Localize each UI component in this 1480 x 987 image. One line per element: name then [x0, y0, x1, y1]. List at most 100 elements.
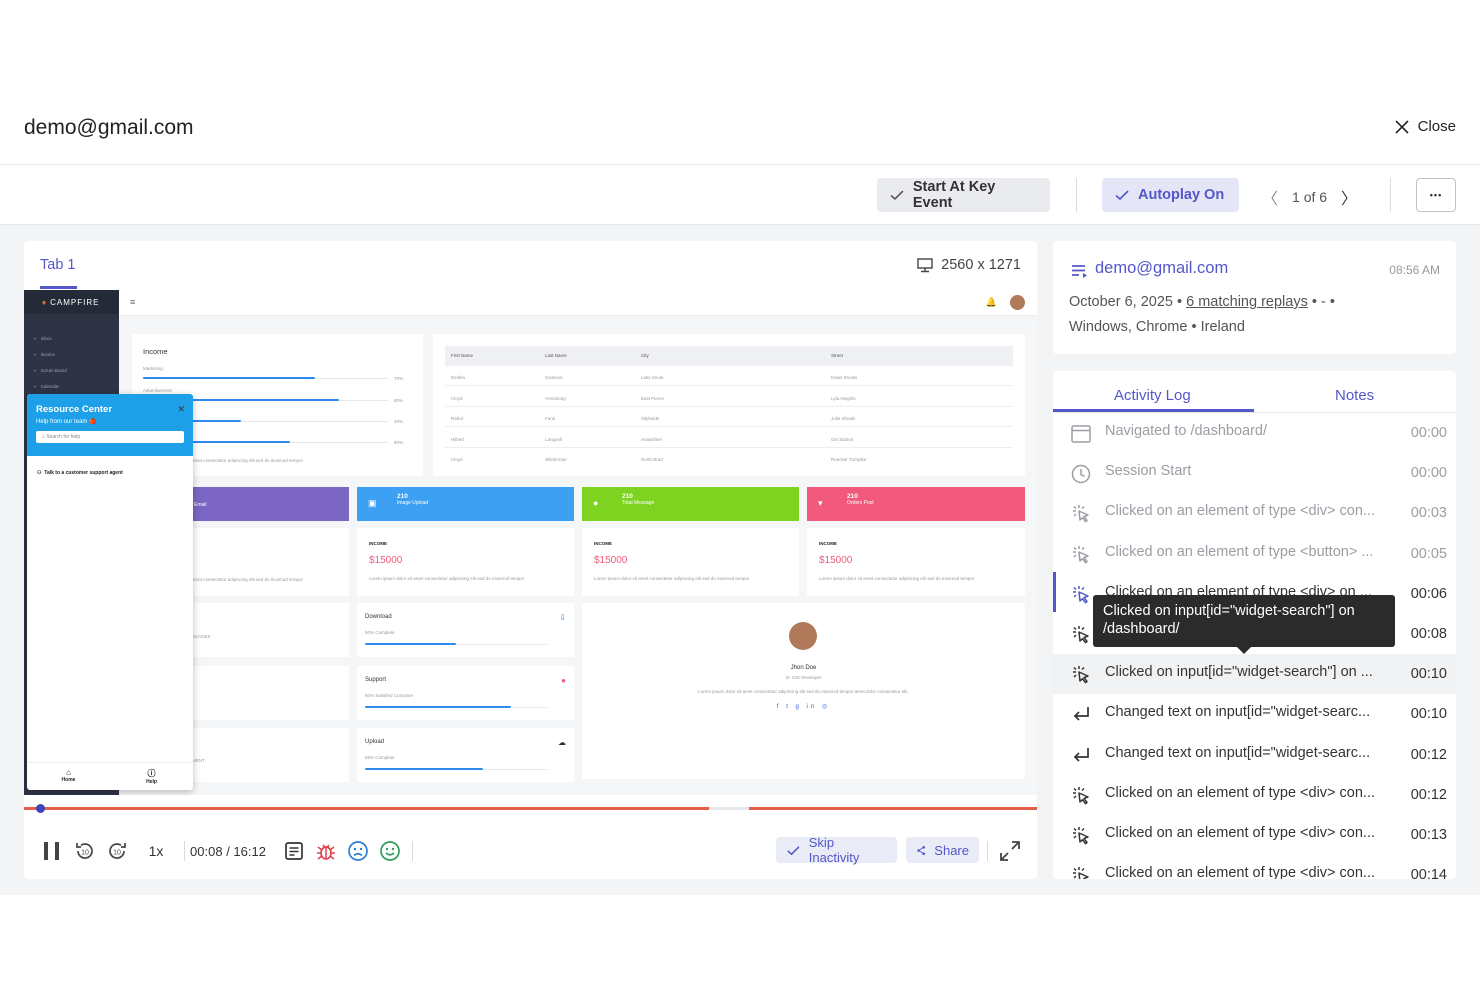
activity-row[interactable]: Changed text on input[id="widget-searc..…: [1053, 694, 1456, 734]
card-value: $15000: [819, 555, 853, 566]
clock-icon: [1070, 463, 1092, 485]
activity-row[interactable]: Navigated to /dashboard/00:00: [1053, 413, 1456, 453]
autoplay-button[interactable]: Autoplay On: [1102, 178, 1239, 212]
activity-row[interactable]: Clicked on an element of type <button> .…: [1053, 534, 1456, 574]
bar-fill: [365, 768, 484, 770]
click-icon: [1070, 825, 1092, 847]
support-icon: ●: [561, 676, 566, 685]
flame-icon: ♦: [42, 297, 48, 307]
table-cell: Cloyd: [451, 395, 463, 401]
pause-button[interactable]: [38, 831, 66, 871]
activity-row[interactable]: Clicked on an element of type <div> con.…: [1053, 855, 1456, 879]
start-at-key-event-button[interactable]: Start At Key Event: [877, 178, 1050, 212]
table-cell: Armstrong: [545, 395, 566, 401]
table-cell: East Pierce: [641, 395, 665, 401]
frustration-button[interactable]: [346, 831, 370, 871]
tab-notes[interactable]: Notes: [1335, 387, 1374, 404]
tab-indicator: [1053, 409, 1254, 412]
activity-row[interactable]: Clicked on an element of type <div> con.…: [1053, 493, 1456, 533]
skip-inactivity-button[interactable]: Skip Inactivity: [776, 835, 897, 865]
skip-inactivity-label: Skip Inactivity: [808, 835, 860, 865]
activity-row[interactable]: Changed text on input[id="widget-searc..…: [1053, 735, 1456, 775]
sidebar-label: Calendar: [40, 384, 59, 389]
card-desc: Lorem ipsum dolor sit amet consectetur a…: [594, 576, 750, 581]
replay-logo-text: CAMPFIRE: [50, 297, 100, 307]
forward-10-button[interactable]: 10: [104, 831, 130, 871]
activity-row[interactable]: Clicked on an element of type <div> con.…: [1053, 775, 1456, 815]
replay-screen[interactable]: ♦ CAMPFIRE ▪ Inbox ▪ Invoice ▪ Scrum Boar…: [24, 290, 1037, 795]
activity-time: 00:10: [1410, 706, 1447, 723]
help-tab[interactable]: ⓘ Help: [110, 763, 193, 790]
close-icon[interactable]: ✕: [177, 404, 185, 415]
close-button[interactable]: Close: [1394, 118, 1456, 135]
upload-card: Upload 65% Complete ☁: [357, 728, 574, 782]
click-icon: [1070, 664, 1092, 686]
sidebar-label: Invoice: [40, 352, 55, 357]
activity-time: 00:12: [1410, 786, 1447, 803]
tab-1[interactable]: Tab 1: [40, 257, 75, 273]
activity-text: Changed text on input[id="widget-searc..…: [1105, 744, 1371, 761]
fullscreen-button[interactable]: [996, 831, 1024, 871]
activity-time: 00:13: [1410, 827, 1447, 843]
replay-topnav: ≡ 🔔: [119, 290, 1037, 316]
table-cell: Wilderman: [545, 457, 567, 462]
activity-time: 00:00: [1410, 425, 1447, 441]
bug-icon: [317, 844, 335, 860]
divider: [1076, 178, 1077, 212]
scrubber-handle[interactable]: [36, 804, 46, 813]
income-title: Income: [143, 347, 168, 356]
support-agent-link[interactable]: ⚇ Talk to a customer support agent: [37, 470, 123, 476]
divider: [184, 841, 185, 861]
tab-activity-log[interactable]: Activity Log: [1114, 387, 1191, 404]
tile-label: Image Upload: [397, 500, 429, 506]
more-icon: •••: [1429, 190, 1443, 200]
income-pct: 40%: [394, 419, 404, 424]
tile-label: Orders Post: [847, 500, 874, 506]
support-card: Support 80% Satisfied Customer ●: [357, 666, 574, 720]
stat-sub: 65% Complete: [365, 755, 395, 760]
enter-icon: [1070, 745, 1092, 767]
timeline-scrubber[interactable]: [24, 804, 1037, 813]
resource-center-header: Resource Center Help from our team 🍎 ⌕ S…: [27, 394, 193, 456]
widget-search-input[interactable]: ⌕ Search for help: [36, 431, 184, 443]
report-bug-button[interactable]: [314, 831, 338, 871]
tile-label: Total Message: [622, 500, 655, 506]
camera-icon: ▣: [368, 498, 377, 508]
add-note-button[interactable]: [282, 831, 306, 871]
table-cell: Anaisshire: [641, 436, 663, 442]
activity-time: 00:00: [1410, 465, 1447, 482]
chevron-left-icon[interactable]: 〈: [1262, 185, 1278, 209]
svg-text:10: 10: [81, 850, 89, 857]
bell-icon: 🔔: [985, 297, 997, 307]
table-cell: Kulas Shoals: [831, 375, 858, 380]
table-cell: Ruecker Turnpike: [831, 457, 867, 462]
help-label: Help: [146, 779, 157, 785]
more-options-button[interactable]: •••: [1416, 178, 1456, 212]
click-icon: [1070, 785, 1092, 807]
activity-row[interactable]: Session Start 00:00: [1053, 453, 1456, 493]
home-icon: ⌂: [66, 768, 71, 777]
click-icon: [1070, 865, 1092, 879]
happy-button[interactable]: [378, 831, 402, 871]
resolution: 2560 x 1271: [917, 257, 1021, 273]
row-divider: [445, 426, 1013, 427]
tile-value: 210: [622, 493, 633, 500]
share-button[interactable]: Share: [906, 837, 979, 863]
rewind-10-button[interactable]: 10: [72, 831, 98, 871]
session-meta: • - •: [1311, 294, 1335, 310]
session-user-email[interactable]: demo@gmail.com: [1095, 259, 1228, 278]
chevron-right-icon[interactable]: 〉: [1341, 185, 1357, 209]
activity-time: 00:06: [1410, 585, 1447, 602]
home-tab[interactable]: ⌂ Home: [27, 763, 110, 790]
activity-row[interactable]: Clicked on input[id="widget-search"] on …: [1053, 654, 1456, 695]
activity-text: Clicked on an element of type <div> con.…: [1105, 784, 1376, 801]
divider: [987, 841, 988, 861]
matching-replays-link[interactable]: 6 matching replays: [1186, 294, 1308, 310]
activity-row[interactable]: Clicked on an element of type <div> con.…: [1053, 815, 1456, 855]
playback-speed-button[interactable]: 1x: [142, 831, 170, 871]
stat-title: Download: [365, 614, 392, 620]
session-date: October 6, 2025 •: [1069, 294, 1183, 310]
profile-bio: Lorem ipsum dolor sit amet consectetur a…: [698, 689, 909, 694]
playback-time: 00:08 / 16:12: [190, 831, 266, 871]
support-agent-label: Talk to a customer support agent: [44, 470, 123, 476]
